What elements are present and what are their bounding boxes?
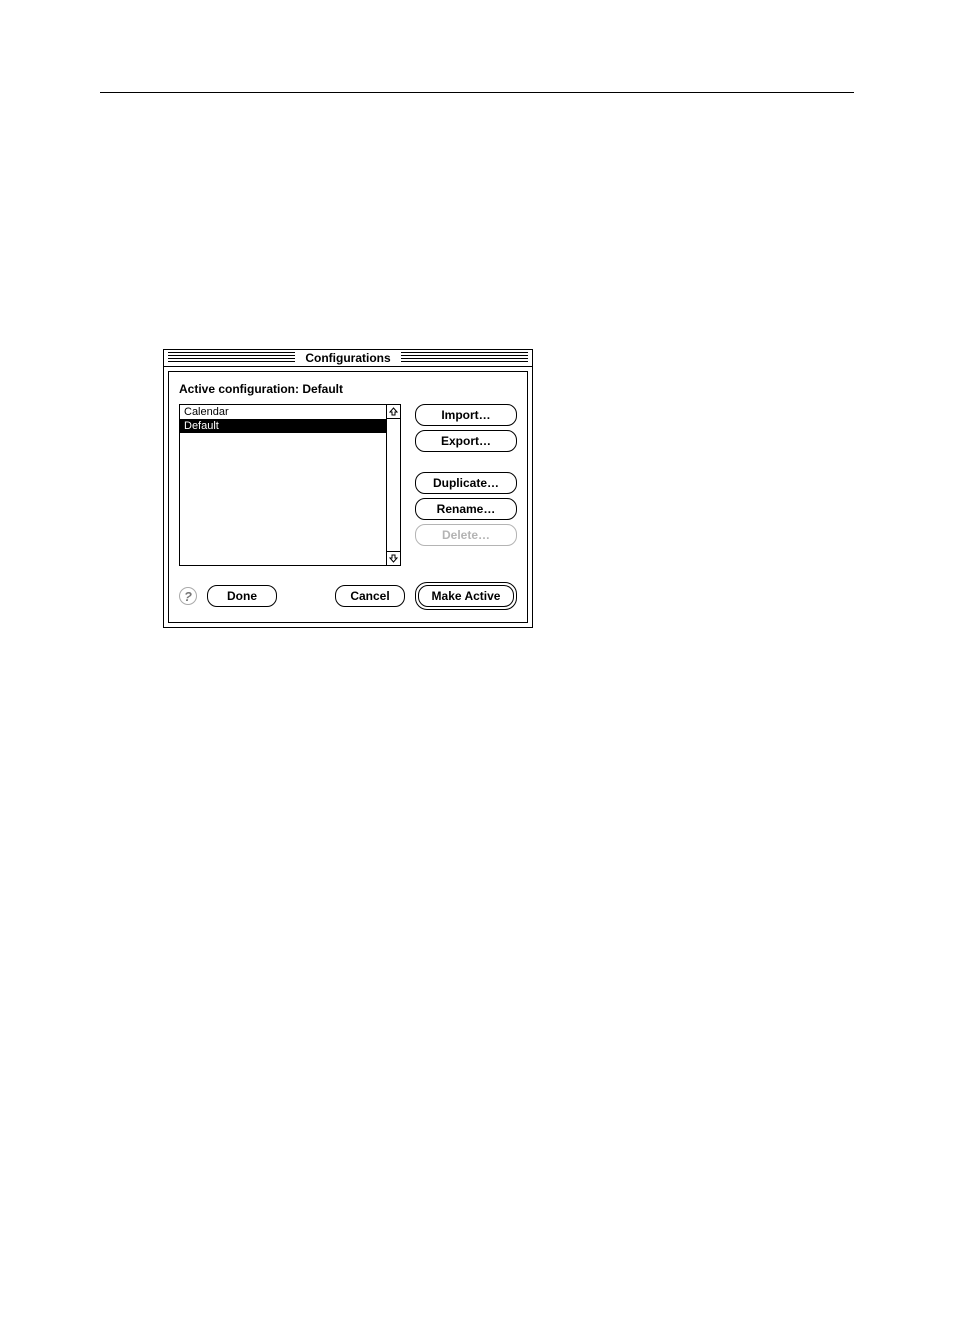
list-vertical-scrollbar[interactable] xyxy=(386,405,400,565)
titlebar-stripes-left xyxy=(168,352,295,364)
delete-button: Delete… xyxy=(415,524,517,546)
list-item[interactable]: Default xyxy=(180,419,386,433)
help-icon[interactable]: ? xyxy=(179,587,197,605)
make-active-default-ring: Make Active xyxy=(415,582,517,610)
configurations-list[interactable]: Calendar Default xyxy=(180,405,386,565)
import-button[interactable]: Import… xyxy=(415,404,517,426)
dialog-title: Configurations xyxy=(299,351,396,365)
list-item[interactable]: Calendar xyxy=(180,405,386,419)
cancel-button[interactable]: Cancel xyxy=(335,585,405,607)
make-active-button[interactable]: Make Active xyxy=(418,585,514,607)
duplicate-button[interactable]: Duplicate… xyxy=(415,472,517,494)
page-header-rule xyxy=(100,92,854,93)
scroll-down-arrow-icon[interactable] xyxy=(387,551,400,565)
titlebar-stripes-right xyxy=(401,352,528,364)
scroll-up-arrow-icon[interactable] xyxy=(387,405,400,419)
dialog-outer-border: Active configuration: Default Calendar D… xyxy=(163,367,533,628)
configurations-list-column: Calendar Default xyxy=(179,404,401,566)
configurations-dialog: Configurations Active configuration: Def… xyxy=(163,349,533,628)
dialog-inner: Active configuration: Default Calendar D… xyxy=(168,371,528,623)
dialog-bottom-row: ? Done Cancel Make Active xyxy=(179,582,517,610)
active-configuration-label: Active configuration: Default xyxy=(179,382,517,396)
configurations-listbox[interactable]: Calendar Default xyxy=(179,404,401,566)
export-button[interactable]: Export… xyxy=(415,430,517,452)
right-button-column: Import… Export… Duplicate… Rename… Delet… xyxy=(415,404,517,546)
dialog-titlebar: Configurations xyxy=(163,349,533,367)
dialog-middle: Calendar Default xyxy=(179,404,517,566)
button-group-gap xyxy=(415,456,517,468)
rename-button[interactable]: Rename… xyxy=(415,498,517,520)
scroll-track[interactable] xyxy=(387,419,400,535)
done-button[interactable]: Done xyxy=(207,585,277,607)
